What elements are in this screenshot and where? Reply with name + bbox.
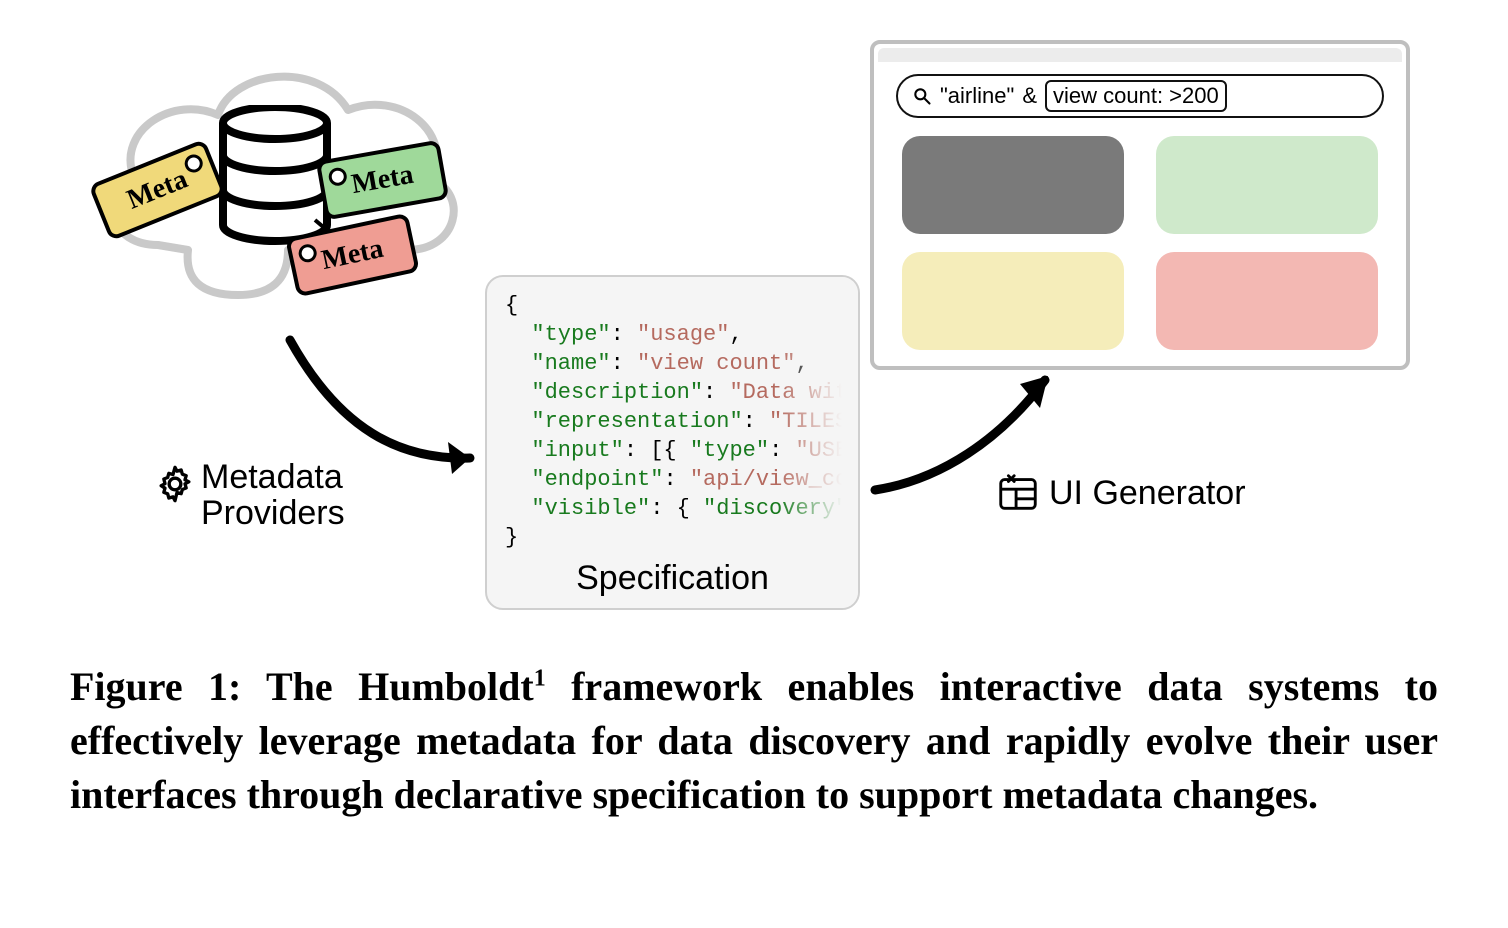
layout-template-icon (995, 470, 1041, 516)
generated-ui-panel: "airline" & view count: >200 (870, 40, 1410, 370)
tile-yellow[interactable] (902, 252, 1124, 350)
caption-footnote: 1 (534, 666, 546, 692)
ui-generator-text: UI Generator (1049, 474, 1246, 513)
search-bar[interactable]: "airline" & view count: >200 (896, 74, 1384, 118)
tag-label: Meta (349, 159, 416, 201)
arrow-providers-to-spec (280, 330, 510, 485)
figure-canvas: Meta Meta Meta Metadata Providers { "typ… (0, 0, 1508, 928)
tag-hole (327, 166, 348, 187)
search-icon (912, 86, 932, 106)
figure-caption: Figure 1: The Humboldt1 framework enable… (70, 660, 1438, 822)
caption-prefix: Figure 1: The Humboldt (70, 664, 534, 709)
tag-hole (297, 243, 318, 264)
tile-red[interactable] (1156, 252, 1378, 350)
specification-box: { "type": "usage", "name": "view count",… (485, 275, 860, 610)
tile-green[interactable] (1156, 136, 1378, 234)
search-filter-chip[interactable]: view count: >200 (1045, 80, 1227, 112)
tag-label: Meta (319, 233, 386, 277)
specification-label: Specification (576, 559, 769, 598)
specification-code: { "type": "usage", "name": "view count",… (505, 291, 840, 552)
search-term: "airline" (940, 83, 1014, 109)
search-and: & (1022, 83, 1037, 109)
tag-label: Meta (123, 164, 193, 217)
result-tiles (902, 136, 1378, 350)
ui-generator-label: UI Generator (995, 470, 1246, 516)
tile-gray[interactable] (902, 136, 1124, 234)
tag-hole (182, 152, 205, 175)
gear-icon (155, 464, 195, 504)
providers-line2: Providers (201, 496, 345, 532)
window-titlebar (878, 48, 1402, 62)
